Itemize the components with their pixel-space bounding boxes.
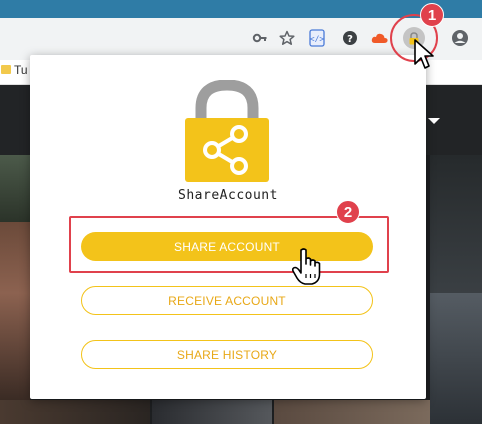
hand-cursor-icon: [291, 248, 321, 285]
receive-account-button[interactable]: RECEIVE ACCOUNT: [81, 286, 373, 315]
cloud-extension-icon[interactable]: [370, 28, 390, 48]
thumbnail-bottom-left[interactable]: [0, 400, 150, 424]
step-2-badge: 2: [336, 200, 360, 224]
bookmark-folder-icon: [1, 65, 11, 74]
share-history-button[interactable]: SHARE HISTORY: [81, 340, 373, 369]
dropdown-caret-icon[interactable]: [428, 118, 440, 124]
bookmark-label[interactable]: Tu: [14, 63, 28, 77]
svg-text:?: ?: [347, 34, 353, 45]
arrow-cursor-icon: [414, 39, 434, 69]
profile-icon[interactable]: [450, 28, 470, 48]
share-button-highlight-box: [69, 216, 389, 273]
key-icon[interactable]: [250, 28, 270, 48]
shareaccount-logo-icon: [185, 80, 269, 182]
svg-text:</>: </>: [310, 35, 325, 44]
help-extension-icon[interactable]: ?: [340, 28, 360, 48]
step-1-badge: 1: [420, 3, 444, 27]
thumbnail-bottom-right[interactable]: [274, 400, 430, 424]
app-name: ShareAccount: [178, 188, 278, 203]
thumbnail-right-top[interactable]: [430, 155, 482, 293]
star-icon[interactable]: [277, 28, 297, 48]
thumbnail-left-portrait[interactable]: [0, 222, 30, 400]
thumbnail-left-top[interactable]: [0, 155, 30, 222]
thumbnail-bottom-middle[interactable]: [152, 400, 272, 424]
code-extension-icon[interactable]: </>: [307, 28, 327, 48]
thumbnail-right-bottom[interactable]: [430, 293, 482, 424]
